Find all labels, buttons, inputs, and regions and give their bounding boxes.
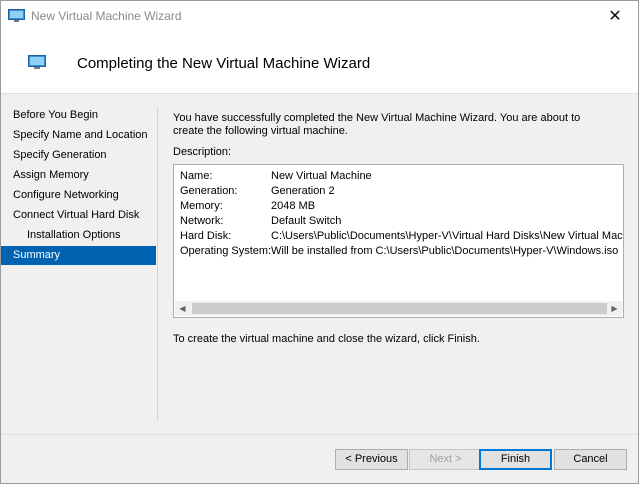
title-bar: New Virtual Machine Wizard ✕ [1,1,638,31]
scrollbar-thumb[interactable] [192,303,607,314]
wizard-header: Completing the New Virtual Machine Wizar… [1,31,638,94]
vm-monitor-icon [28,55,46,69]
description-key: Generation: [180,185,238,197]
description-key: Hard Disk: [180,230,232,242]
nav-divider [157,107,158,421]
cancel-button[interactable]: Cancel [554,449,627,470]
wizard-window: New Virtual Machine Wizard ✕ Completing … [0,0,639,484]
close-icon: ✕ [608,8,622,25]
description-box[interactable]: Name: New Virtual Machine Generation: Ge… [173,164,624,318]
finish-instructions: To create the virtual machine and close … [173,333,480,345]
horizontal-scrollbar[interactable]: ◀ ▶ [175,301,622,316]
description-key: Operating System: [180,245,272,257]
nav-item-installation-options[interactable]: Installation Options [1,226,156,245]
description-key: Network: [180,215,224,227]
nav-item-summary[interactable]: Summary [1,246,156,265]
description-value: 2048 MB [271,200,316,212]
vm-monitor-icon [8,9,25,22]
description-label: Description: [173,146,232,158]
nav-item-before-you-begin[interactable]: Before You Begin [1,106,156,125]
nav-item-assign-memory[interactable]: Assign Memory [1,166,156,185]
description-value: New Virtual Machine [271,170,372,182]
button-bar-divider [1,434,638,435]
scroll-left-icon[interactable]: ◀ [175,301,190,316]
previous-button[interactable]: < Previous [335,449,408,470]
window-title: New Virtual Machine Wizard [31,9,182,23]
description-value: Will be installed from C:\Users\Public\D… [271,245,619,257]
description-value: C:\Users\Public\Documents\Hyper-V\Virtua… [271,230,623,242]
nav-item-connect-virtual-hard-disk[interactable]: Connect Virtual Hard Disk [1,206,156,225]
scroll-right-icon[interactable]: ▶ [607,301,622,316]
nav-item-specify-generation[interactable]: Specify Generation [1,146,156,165]
finish-button[interactable]: Finish [479,449,552,470]
nav-item-configure-networking[interactable]: Configure Networking [1,186,156,205]
description-value: Generation 2 [271,185,335,197]
next-button[interactable]: Next > [409,449,482,470]
description-key: Memory: [180,200,223,212]
close-button[interactable]: ✕ [592,1,638,31]
wizard-step-nav: Before You Begin Specify Name and Locati… [1,106,157,426]
page-title: Completing the New Virtual Machine Wizar… [77,55,371,72]
description-value: Default Switch [271,215,342,227]
intro-text: You have successfully completed the New … [173,112,581,137]
description-key: Name: [180,170,213,182]
nav-item-specify-name-location[interactable]: Specify Name and Location [1,126,156,145]
